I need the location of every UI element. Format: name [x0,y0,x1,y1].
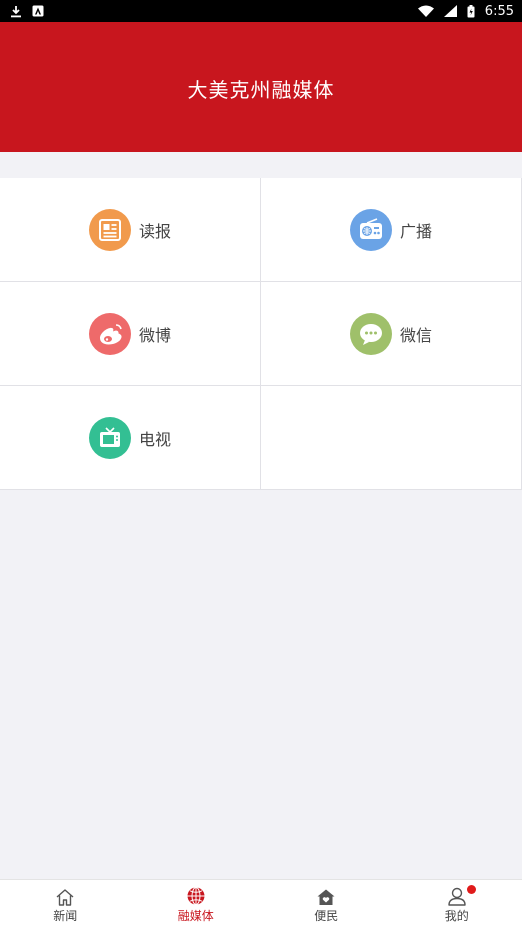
tab-news[interactable]: 新闻 [0,880,131,928]
grid-item-label: 广播 [400,221,433,241]
page-title: 大美克州融媒体 [187,77,335,102]
download-icon [10,5,22,18]
wechat-icon [350,312,392,355]
grid-item-label: 微信 [400,325,433,345]
grid-item-label: 读报 [139,221,172,241]
bottom-tab-bar: 新闻 融媒体 便民 我的 [0,879,522,928]
grid-item-weibo[interactable]: 微博 [0,282,261,386]
newspaper-icon [89,208,131,251]
grid-item-wechat[interactable]: 微信 [261,282,522,386]
grid-item-label: 微博 [139,325,172,345]
user-icon [447,884,467,906]
house-heart-icon [316,884,336,906]
tv-icon [89,416,131,459]
grid-empty-cell [261,386,522,490]
globe-icon [186,884,206,906]
app-header: 大美克州融媒体 [0,22,522,152]
tab-label: 融媒体 [177,909,214,923]
battery-icon [467,4,475,18]
status-bar: 6:55 [0,0,522,22]
tab-services[interactable]: 便民 [261,880,392,928]
wifi-icon [417,5,434,17]
notification-badge [466,885,476,894]
home-icon [55,884,75,906]
app-notification-icon [32,5,44,17]
grid-item-radio[interactable]: 广播 [261,178,522,282]
tab-label: 我的 [444,909,469,923]
grid-item-tv[interactable]: 电视 [0,386,261,490]
weibo-icon [89,312,131,355]
tab-label: 新闻 [53,909,78,923]
tab-media[interactable]: 融媒体 [131,880,262,928]
tab-label: 便民 [314,909,339,923]
grid-item-newspaper[interactable]: 读报 [0,178,261,282]
grid-item-label: 电视 [139,429,172,449]
tab-mine[interactable]: 我的 [392,880,522,928]
status-time: 6:55 [484,3,514,19]
radio-icon [350,208,392,251]
media-grid: 读报 广播 微博 微信 电视 [0,178,522,490]
signal-icon [443,5,457,17]
